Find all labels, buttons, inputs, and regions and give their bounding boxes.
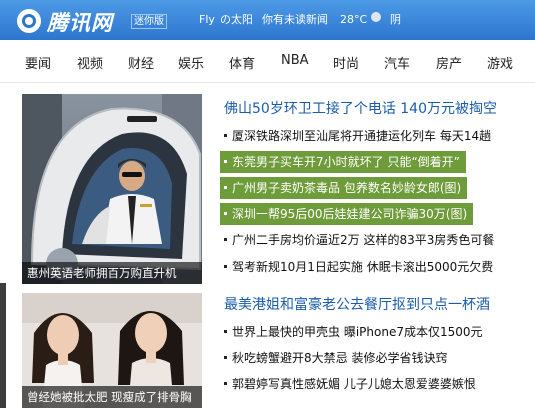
qq-logo-icon[interactable] xyxy=(17,9,41,33)
helicopter-caption[interactable]: 惠州英语老师拥百万购直升机 xyxy=(22,262,202,284)
list-item-highlighted[interactable]: 东莞男子买车开7小时就坏了 只能“倒着开” xyxy=(220,151,466,173)
bullet xyxy=(224,212,227,215)
bullet xyxy=(224,186,227,189)
list-item[interactable]: 广州二手房均价逼近2万 这样的83平3房秀色可餐 xyxy=(220,229,494,251)
user-name-suffix[interactable]: の太阳 xyxy=(220,13,253,27)
helicopter-illustration xyxy=(22,94,202,284)
list-item[interactable]: 秋吃螃蟹避开8大禁忌 装修必学省钱诀窍 xyxy=(220,347,447,369)
bullet xyxy=(224,160,227,163)
left-gutter xyxy=(0,283,6,408)
bullet xyxy=(224,382,227,385)
unread-news-link[interactable]: 你有未读新闻 xyxy=(262,13,328,27)
edition-badge: 迷你版 xyxy=(131,14,167,29)
category-nav: 要闻 视频 财经 娱乐 体育 NBA 时尚 汽车 房产 游戏 xyxy=(0,40,535,83)
bullet xyxy=(224,134,227,137)
helicopter-photo[interactable]: 惠州英语老师拥百万购直升机 xyxy=(22,94,202,284)
women-caption[interactable]: 曾经她被批太肥 现瘦成了排骨胸 xyxy=(22,386,202,408)
nav-item-news[interactable]: 要闻 xyxy=(25,53,51,72)
weather-cloudy-icon xyxy=(371,12,381,22)
women-photo[interactable]: 曾经她被批太肥 现瘦成了排骨胸 xyxy=(22,293,202,408)
brand-logo-text[interactable]: 腾讯网 xyxy=(47,7,113,37)
list-item[interactable]: 驾考新规10月1日起实施 休眠卡滚出5000元欠费 xyxy=(220,256,493,278)
nav-item-house[interactable]: 房产 xyxy=(436,53,462,72)
user-name[interactable]: Fly xyxy=(199,13,215,27)
headline-2[interactable]: 最美港姐和富豪老公去餐厅抠到只点一杯酒 xyxy=(224,294,490,314)
nav-item-video[interactable]: 视频 xyxy=(77,53,103,72)
nav-item-games[interactable]: 游戏 xyxy=(487,53,513,72)
bullet xyxy=(224,238,227,241)
bullet xyxy=(224,330,227,333)
nav-item-ent[interactable]: 娱乐 xyxy=(178,53,204,72)
nav-item-auto[interactable]: 汽车 xyxy=(384,53,410,72)
nav-item-fashion[interactable]: 时尚 xyxy=(333,53,359,72)
list-item[interactable]: 厦深铁路深圳至汕尾将开通捷运化列车 每天14趟 xyxy=(220,125,491,147)
nav-item-nba[interactable]: NBA xyxy=(281,53,309,68)
list-item-highlighted[interactable]: 广州男子卖奶茶毒品 包养数名妙龄女郎(图) xyxy=(220,177,468,199)
temperature: 28°C xyxy=(340,13,368,26)
nav-item-finance[interactable]: 财经 xyxy=(128,53,154,72)
headline-1[interactable]: 佛山50岁环卫工接了个电话 140万元被掏空 xyxy=(224,98,497,118)
bullet xyxy=(224,265,227,268)
list-item-highlighted[interactable]: 深圳一帮95后00后娃娃建公司诈骗30万(图) xyxy=(220,203,474,225)
list-item[interactable]: 世界上最快的甲壳虫 曝iPhone7成本仅1500元 xyxy=(220,321,483,343)
bullet xyxy=(224,356,227,359)
list-item[interactable]: 郭碧婷写真性感妩媚 儿子儿媳太恩爱婆婆嫉恨 xyxy=(220,373,476,395)
nav-item-sports[interactable]: 体育 xyxy=(229,53,255,72)
app-root: 腾讯网 迷你版 Fly の太阳 你有未读新闻 28°C 阴 要闻 视频 财经 娱… xyxy=(0,0,535,408)
top-bar: 腾讯网 迷你版 Fly の太阳 你有未读新闻 28°C 阴 xyxy=(0,0,535,40)
weather-text: 阴 xyxy=(390,13,401,26)
